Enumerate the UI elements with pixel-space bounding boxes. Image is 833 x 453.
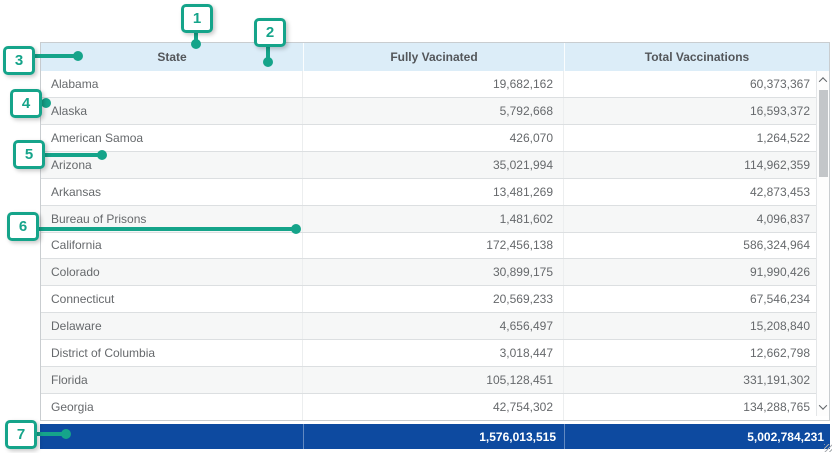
scroll-up-button[interactable] — [817, 73, 829, 87]
table-row[interactable]: Connecticut 20,569,233 67,546,234 — [41, 286, 816, 313]
annotation-6-dot — [291, 224, 301, 234]
cell-state: Georgia — [41, 394, 303, 420]
annotation-2-box: 2 — [254, 18, 286, 47]
chevron-down-icon — [819, 401, 827, 409]
cell-total-vaccinations: 42,873,453 — [564, 179, 816, 205]
cell-state: Alaska — [41, 98, 303, 124]
cell-fully-vacinated: 35,021,994 — [303, 152, 564, 178]
cell-fully-vacinated: 19,682,162 — [303, 71, 564, 97]
cell-total-vaccinations: 67,546,234 — [564, 286, 816, 312]
cell-state: American Samoa — [41, 125, 303, 151]
table-row[interactable]: Delaware 4,656,497 15,208,840 — [41, 313, 816, 340]
annotation-6-box: 6 — [7, 212, 39, 241]
cell-total-vaccinations: 1,264,522 — [564, 125, 816, 151]
annotation-4-box: 4 — [10, 89, 42, 118]
cell-fully-vacinated: 426,070 — [303, 125, 564, 151]
cell-state: Connecticut — [41, 286, 303, 312]
cell-total-vaccinations: 586,324,964 — [564, 233, 816, 259]
table-row[interactable]: Alaska 5,792,668 16,593,372 — [41, 98, 816, 125]
annotation-7-dot — [61, 429, 71, 439]
annotation-1-dot — [191, 39, 201, 49]
cell-fully-vacinated: 30,899,175 — [303, 259, 564, 285]
cell-total-vaccinations: 331,191,302 — [564, 367, 816, 393]
totals-state-cell — [40, 424, 303, 449]
cell-fully-vacinated: 4,656,497 — [303, 313, 564, 339]
table-row[interactable]: American Samoa 426,070 1,264,522 — [41, 125, 816, 152]
totals-row: 1,576,013,515 5,002,784,231 — [40, 424, 830, 449]
cell-state: District of Columbia — [41, 340, 303, 366]
column-header-total-vaccinations[interactable]: Total Vaccinations — [565, 43, 829, 71]
cell-state: Arkansas — [41, 179, 303, 205]
cell-fully-vacinated: 5,792,668 — [303, 98, 564, 124]
cell-state: Delaware — [41, 313, 303, 339]
totals-fully-vacinated: 1,576,013,515 — [303, 424, 564, 449]
cell-fully-vacinated: 20,569,233 — [303, 286, 564, 312]
resize-grip-icon[interactable] — [824, 444, 832, 452]
cell-total-vaccinations: 4,096,837 — [564, 206, 816, 232]
cell-fully-vacinated: 3,018,447 — [303, 340, 564, 366]
cell-state: California — [41, 233, 303, 259]
cell-total-vaccinations: 15,208,840 — [564, 313, 816, 339]
cell-state: Alabama — [41, 71, 303, 97]
table-row[interactable]: Florida 105,128,451 331,191,302 — [41, 367, 816, 394]
list-table: State Fully Vacinated Total Vaccinations… — [40, 42, 830, 421]
table-row[interactable]: District of Columbia 3,018,447 12,662,79… — [41, 340, 816, 367]
table-row[interactable]: Alabama 19,682,162 60,373,367 — [41, 71, 816, 98]
cell-total-vaccinations: 114,962,359 — [564, 152, 816, 178]
annotation-1-box: 1 — [181, 4, 213, 33]
column-header-fully-vacinated[interactable]: Fully Vacinated — [304, 43, 565, 71]
annotation-3-connector — [33, 54, 77, 58]
annotation-4-dot — [41, 98, 51, 108]
annotation-5-dot — [97, 150, 107, 160]
cell-fully-vacinated: 172,456,138 — [303, 233, 564, 259]
table-body: Alabama 19,682,162 60,373,367 Alaska 5,7… — [41, 71, 816, 420]
scrollbar-thumb[interactable] — [819, 90, 828, 177]
annotation-6-connector — [37, 227, 294, 231]
cell-total-vaccinations: 134,288,765 — [564, 394, 816, 420]
vertical-scrollbar[interactable] — [816, 71, 829, 416]
cell-fully-vacinated: 1,481,602 — [303, 206, 564, 232]
table-row[interactable]: Colorado 30,899,175 91,990,426 — [41, 259, 816, 286]
cell-total-vaccinations: 60,373,367 — [564, 71, 816, 97]
annotation-2-dot — [263, 57, 273, 67]
annotation-5-box: 5 — [13, 140, 45, 169]
annotation-5-connector — [43, 153, 100, 157]
table-row[interactable]: Georgia 42,754,302 134,288,765 — [41, 394, 816, 420]
cell-total-vaccinations: 16,593,372 — [564, 98, 816, 124]
table-row[interactable]: California 172,456,138 586,324,964 — [41, 233, 816, 260]
totals-total-vaccinations: 5,002,784,231 — [564, 424, 830, 449]
table-row[interactable]: Arkansas 13,481,269 42,873,453 — [41, 179, 816, 206]
cell-state: Florida — [41, 367, 303, 393]
chevron-up-icon — [819, 77, 827, 85]
cell-fully-vacinated: 13,481,269 — [303, 179, 564, 205]
cell-total-vaccinations: 12,662,798 — [564, 340, 816, 366]
cell-state: Colorado — [41, 259, 303, 285]
screenshot-root: State Fully Vacinated Total Vaccinations… — [0, 0, 833, 453]
table-header-row: State Fully Vacinated Total Vaccinations — [41, 43, 829, 71]
cell-fully-vacinated: 105,128,451 — [303, 367, 564, 393]
cell-total-vaccinations: 91,990,426 — [564, 259, 816, 285]
annotation-7-connector — [35, 432, 64, 436]
table-row[interactable]: Arizona 35,021,994 114,962,359 — [41, 152, 816, 179]
annotation-3-box: 3 — [3, 46, 35, 75]
annotation-7-box: 7 — [5, 420, 37, 449]
scroll-down-button[interactable] — [817, 400, 829, 414]
annotation-3-dot — [73, 51, 83, 61]
cell-fully-vacinated: 42,754,302 — [303, 394, 564, 420]
